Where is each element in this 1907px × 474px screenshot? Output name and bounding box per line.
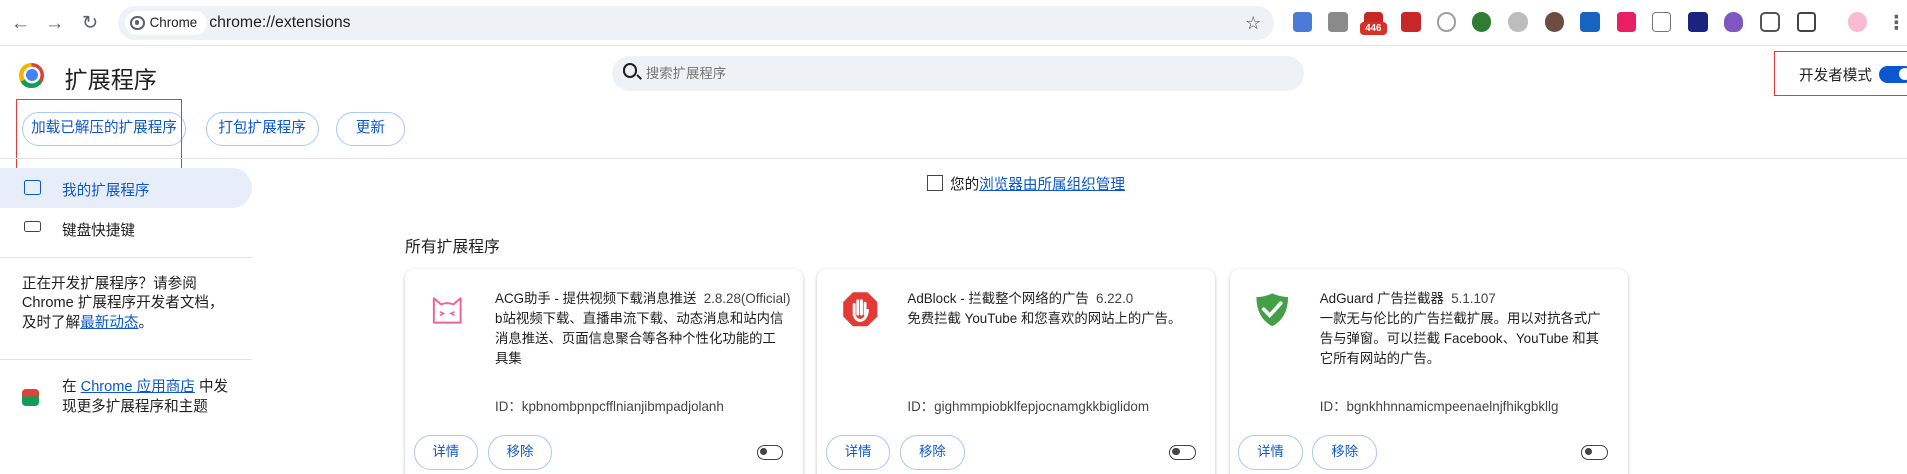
keyboard-icon [24,221,42,233]
extension-name: AdBlock - 拦截整个网络的广告 6.22.0 [907,287,1133,307]
avatar-ext-icon[interactable] [1544,12,1565,32]
mouse-ext-icon[interactable] [1508,12,1528,32]
extension-description: 一款无与伦比的广告拦截扩展。用以对抗各式广告与弹窗。可以拦截 Facebook、… [1319,310,1601,367]
latest-news-link[interactable]: 最新动态 [80,315,138,331]
extension-version: 5.1.107 [1451,291,1496,307]
extension-title: AdBlock - 拦截整个网络的广告 [907,291,1089,307]
chrome-icon [130,15,145,31]
extension-title: ACG助手 - 提供视频下载消息推送 [495,291,697,307]
cat-icon [433,297,462,324]
managed-link[interactable]: 浏览器由所属组织管理 [979,177,1125,193]
doc-ext-icon[interactable] [1651,12,1672,32]
menu-dots-icon[interactable]: ⋮ [1884,11,1907,35]
extension-id: ID：gighmmpiobklfepjocnamgkkbiglidom [907,399,1150,415]
store-text: 在 [62,379,81,396]
dots-ext-icon[interactable] [1401,12,1421,32]
dark-ext-icon[interactable] [1688,12,1708,32]
dev-mode-label: 开发者模式 [1799,68,1872,85]
details-button[interactable]: 详情 [413,435,479,470]
extension-description: b站视频下载、直播串流下载、动态消息和站内信消息推送、页面信息聚合等各种个性化功… [495,310,784,367]
dev-docs-text: 正在开发扩展程序？请参阅 Chrome 扩展程序开发者文档， 及时了解最新动态。 [22,275,247,333]
notification-badge: 446 [1359,21,1387,36]
site-chip[interactable]: Chrome [125,10,207,36]
store-text: 中发 [194,379,229,396]
extension-name: AdGuard 广告拦截器 5.1.107 [1320,287,1496,307]
extension-toggle[interactable] [1168,445,1196,460]
power-ext-icon[interactable] [1436,12,1457,32]
profile-avatar[interactable] [1847,12,1868,32]
sidebar-divider [0,256,252,258]
puzzle-icon[interactable] [1796,12,1817,32]
extension-version: 6.22.0 [1096,291,1134,307]
extension-card: ACG助手 - 提供视频下载消息推送 2.8.28(Official) b站视频下… [405,268,803,474]
dev-text-line: 及时了解 [21,314,81,331]
globe-ext-icon[interactable] [1471,12,1492,32]
extension-id: ID：bgnkhhnnamicmpeenaelnjfhikgbkllg [1319,399,1559,415]
browser-toolbar: ← → ↻ Chrome chrome://extensions ☆ 446 ⋮ [0,0,1907,47]
extension-description: 免费拦截 YouTube 和您喜欢的网站上的广告。 [907,310,1182,326]
extension-toggle[interactable] [1581,445,1609,460]
extension-card: AdBlock - 拦截整个网络的广告 6.22.0 免费拦截 YouTube 和… [817,268,1216,474]
extension-card: AdGuard 广告拦截器 5.1.107 一款无与伦比的广告拦截扩展。用以对抗各… [1229,268,1628,474]
sidebar-item-label[interactable]: 我的扩展程序 [62,179,149,200]
extension-version: 2.8.28(Official) [703,291,791,307]
details-button[interactable]: 详情 [825,435,891,470]
search-box[interactable] [611,55,1304,92]
search-icon [622,63,638,78]
sidebar-divider [0,358,252,361]
search-input[interactable] [645,55,1279,92]
s-ext-icon[interactable] [1580,12,1600,32]
forward-icon[interactable]: → [43,11,67,35]
remove-button[interactable]: 移除 [487,435,553,470]
remove-button[interactable]: 移除 [1312,435,1377,470]
web-store-icon [21,389,39,407]
site-chip-label: Chrome [149,14,198,30]
dev-text-line: 。 [138,314,154,331]
remove-button[interactable]: 移除 [900,435,965,470]
store-text: 现更多扩展程序和主题 [62,398,208,415]
sidebar-item-shortcuts[interactable]: 键盘快捷键 [62,219,135,240]
mail-ext-icon[interactable] [1328,12,1348,32]
details-button[interactable]: 详情 [1238,435,1303,470]
bookmark-star-icon[interactable]: ☆ [1245,12,1261,34]
managed-notice: 您的浏览器由所属组织管理 [926,173,1125,194]
web-store-text: 在 Chrome 应用商店 中发 现更多扩展程序和主题 [62,378,257,417]
back-icon[interactable]: ← [9,11,33,35]
managed-prefix: 您的 [950,176,980,193]
extension-toggle[interactable] [756,445,784,460]
translate-ext-icon[interactable] [1293,12,1313,32]
header-divider [0,158,1907,160]
chrome-logo [19,63,44,88]
shield-ext-icon[interactable] [1760,12,1780,32]
pack-extension-button[interactable]: 打包扩展程序 [205,111,319,146]
adguard-shield-icon [1256,293,1289,326]
address-bar[interactable]: Chrome chrome://extensions ☆ [117,6,1274,41]
purple-ext-icon[interactable] [1723,12,1744,32]
dev-text-line: Chrome 扩展程序开发者文档， [21,295,224,312]
pink-ext-icon[interactable] [1616,12,1637,32]
dev-mode-toggle[interactable] [1879,65,1907,83]
extension-title: AdGuard 广告拦截器 [1319,291,1444,307]
update-button[interactable]: 更新 [335,111,406,146]
puzzle-icon [24,180,42,195]
extension-name: ACG助手 - 提供视频下载消息推送 2.8.28(Official) [495,287,790,307]
dev-text-line: 正在开发扩展程序？请参阅 [21,275,197,292]
web-store-link[interactable]: Chrome 应用商店 [81,379,195,395]
adblock-hand-icon [842,291,877,326]
url-text[interactable]: chrome://extensions [209,6,350,40]
building-icon [926,175,943,192]
extension-id: ID：kpbnombpnpcfflnianjibmpadjolanh [495,399,724,415]
page-title: 扩展程序 [64,66,157,93]
section-title: 所有扩展程序 [405,238,500,256]
reload-icon[interactable]: ↻ [78,11,102,35]
